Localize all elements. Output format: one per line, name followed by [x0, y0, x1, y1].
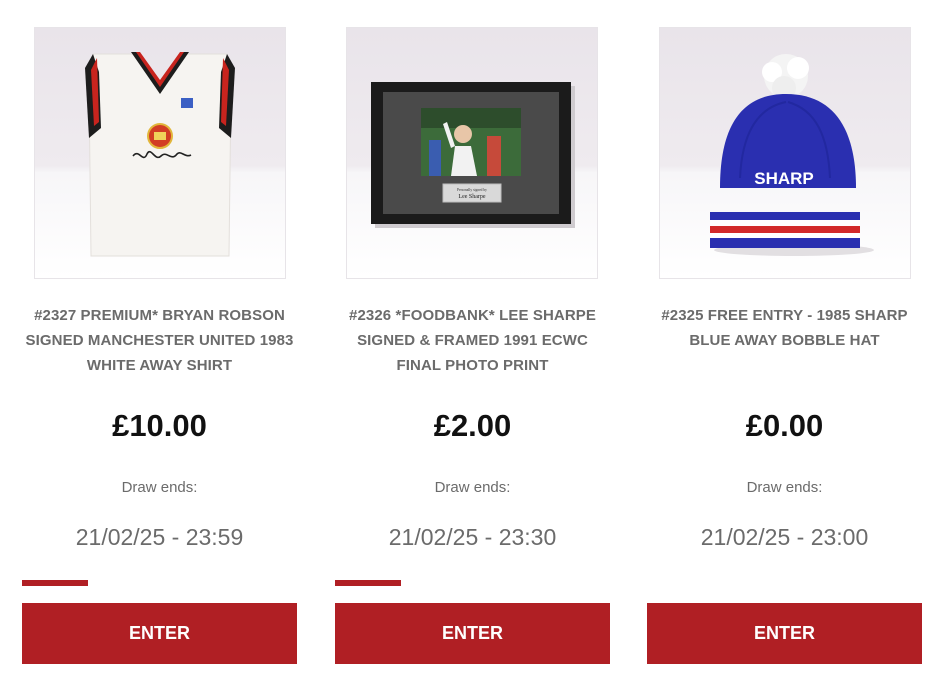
- draw-ends-label: Draw ends:: [121, 479, 198, 496]
- tickets-sold-progress: [22, 580, 297, 586]
- enter-button[interactable]: ENTER: [335, 603, 610, 664]
- title-line: WHITE AWAY SHIRT: [86, 357, 233, 374]
- draw-end-date: 21/02/25 - 23:59: [75, 524, 244, 550]
- bobble-hat-image: SHARP: [710, 54, 874, 256]
- price: £0.00: [745, 408, 824, 443]
- signed-shirt-image: [85, 52, 235, 257]
- hat-brand-text: SHARP: [754, 169, 814, 188]
- framed-photo-image: Personally signed by Lee Sharpe: [371, 82, 575, 228]
- plaque-caption: Personally signed by: [457, 188, 487, 192]
- product-image-shirt[interactable]: [35, 28, 285, 278]
- draw-end-date: 21/02/25 - 23:00: [700, 524, 869, 550]
- title-line: #2327 PREMIUM* BRYAN ROBSON: [34, 307, 285, 324]
- product-title[interactable]: #2327 PREMIUM* BRYAN ROBSON SIGNED MANCH…: [22, 303, 297, 378]
- product-card: SHARP #2325 FREE ENTRY - 1985 SHARP BLUE…: [647, 0, 922, 688]
- title-line: FINAL PHOTO PRINT: [396, 357, 549, 374]
- product-title[interactable]: #2325 FREE ENTRY - 1985 SHARP BLUE AWAY …: [647, 303, 922, 353]
- product-card: Personally signed by Lee Sharpe #2326 *F…: [335, 0, 610, 688]
- draw-ends-label: Draw ends:: [434, 479, 511, 496]
- progress-fill: [22, 580, 88, 586]
- title-line: #2326 *FOODBANK* LEE SHARPE: [349, 307, 596, 324]
- tickets-sold-progress: [335, 580, 610, 586]
- progress-fill: [335, 580, 401, 586]
- product-image-hat[interactable]: SHARP: [660, 28, 910, 278]
- title-line: SIGNED MANCHESTER UNITED 1983: [25, 332, 294, 349]
- plaque-name: Lee Sharpe: [458, 194, 485, 200]
- enter-button[interactable]: ENTER: [22, 603, 297, 664]
- tickets-sold-progress: [647, 580, 922, 586]
- price: £10.00: [112, 408, 207, 443]
- product-card: #2327 PREMIUM* BRYAN ROBSON SIGNED MANCH…: [22, 0, 297, 688]
- title-line: BLUE AWAY BOBBLE HAT: [689, 332, 880, 349]
- enter-button[interactable]: ENTER: [647, 603, 922, 664]
- title-line: SIGNED & FRAMED 1991 ECWC: [357, 332, 588, 349]
- title-line: #2325 FREE ENTRY - 1985 SHARP: [661, 307, 908, 324]
- draw-end-date: 21/02/25 - 23:30: [388, 524, 557, 550]
- price: £2.00: [433, 408, 512, 443]
- product-title[interactable]: #2326 *FOODBANK* LEE SHARPE SIGNED & FRA…: [335, 303, 610, 378]
- draw-ends-label: Draw ends:: [746, 479, 823, 496]
- product-image-frame[interactable]: Personally signed by Lee Sharpe: [347, 28, 597, 278]
